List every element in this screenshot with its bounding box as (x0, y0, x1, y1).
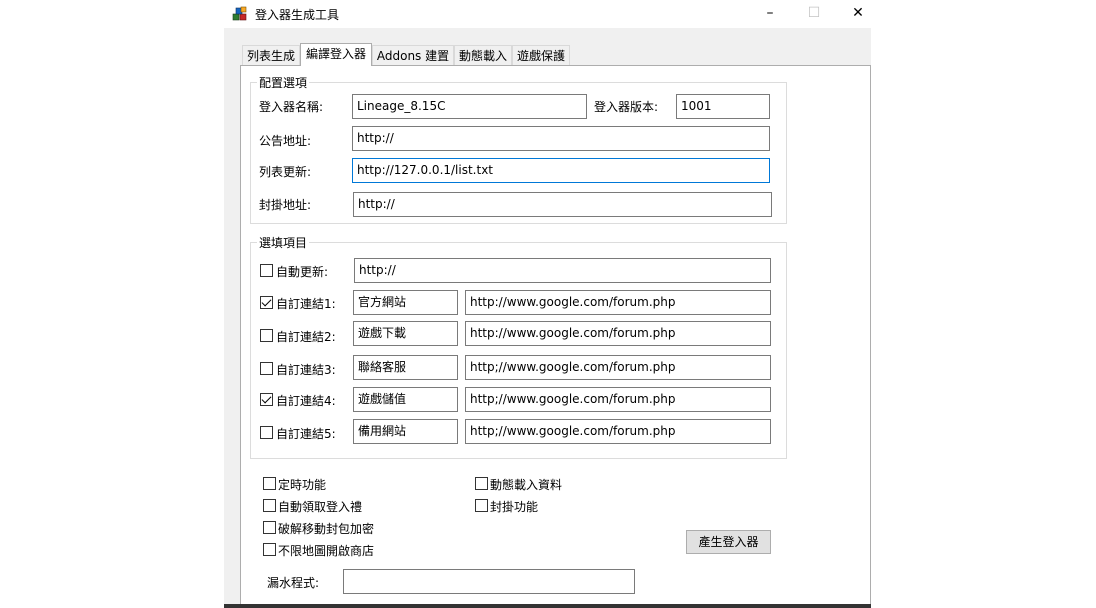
window-title: 登入器生成工具 (255, 8, 340, 22)
launcher-version-field[interactable]: 1001 (676, 94, 770, 119)
crack-packet-label: 破解移動封包加密 (278, 522, 375, 536)
custom-link-4-label: 自訂連結4: (276, 394, 336, 408)
options-group-title: 選填項目 (257, 234, 310, 251)
custom-link-3-url-field[interactable]: http;//www.google.com/forum.php (465, 355, 771, 380)
unlimited-shop-checkbox[interactable] (263, 543, 276, 556)
list-update-field[interactable]: http://127.0.0.1/list.txt (352, 158, 770, 183)
block-url-field[interactable]: http:// (353, 192, 772, 217)
app-cubes-icon (232, 6, 247, 21)
custom-link-2-checkbox[interactable] (260, 329, 273, 342)
custom-link-1-name-field[interactable]: 官方網站 (353, 290, 458, 315)
tab-compile-launcher[interactable]: 編譯登入器 (300, 43, 372, 66)
block-feature-checkbox[interactable] (475, 499, 488, 512)
custom-link-4-url-field[interactable]: http;//www.google.com/forum.php (465, 387, 771, 412)
maximize-button[interactable]: ☐ (791, 0, 837, 28)
custom-link-5-label: 自訂連結5: (276, 427, 336, 441)
custom-link-5-url-field[interactable]: http;//www.google.com/forum.php (465, 419, 771, 444)
custom-link-3-checkbox[interactable] (260, 362, 273, 375)
auto-gift-label: 自動領取登入禮 (278, 500, 363, 514)
custom-link-2-name-field[interactable]: 遊戲下載 (353, 321, 458, 346)
timer-checkbox[interactable] (263, 477, 276, 490)
custom-link-1-label: 自訂連結1: (276, 297, 336, 311)
custom-link-1-url-field[interactable]: http://www.google.com/forum.php (465, 290, 771, 315)
close-button[interactable]: ✕ (835, 0, 881, 28)
launcher-name-label: 登入器名稱: (259, 100, 324, 114)
custom-link-1-checkbox[interactable] (260, 296, 273, 309)
leak-program-field[interactable] (343, 569, 635, 594)
title-bar: 登入器生成工具 – ☐ ✕ (224, 0, 871, 28)
auto-update-checkbox[interactable] (260, 264, 273, 277)
list-update-label: 列表更新: (259, 165, 312, 179)
launcher-version-label: 登入器版本: (594, 100, 659, 114)
app-window: 登入器生成工具 – ☐ ✕ 列表生成 編譯登入器 Addons 建置 動態載入 … (224, 0, 871, 608)
compile-panel: 配置選項 登入器名稱: Lineage_8.15C 登入器版本: 1001 公告… (240, 65, 871, 608)
tab-game-protection[interactable]: 遊戲保護 (512, 45, 570, 65)
custom-link-3-label: 自訂連結3: (276, 363, 336, 377)
custom-link-2-url-field[interactable]: http://www.google.com/forum.php (465, 321, 771, 346)
generate-launcher-button[interactable]: 產生登入器 (686, 530, 771, 554)
custom-link-5-name-field[interactable]: 備用網站 (353, 419, 458, 444)
crack-packet-checkbox[interactable] (263, 521, 276, 534)
tab-addons-build[interactable]: Addons 建置 (372, 45, 454, 65)
minimize-button[interactable]: – (747, 0, 793, 28)
auto-update-field[interactable]: http:// (354, 258, 771, 283)
dynamic-load-checkbox[interactable] (475, 477, 488, 490)
custom-link-2-label: 自訂連結2: (276, 330, 336, 344)
unlimited-shop-label: 不限地圖開啟商店 (278, 544, 375, 558)
dynamic-load-label: 動態載入資料 (490, 478, 563, 492)
custom-link-5-checkbox[interactable] (260, 426, 273, 439)
tab-dynamic-load[interactable]: 動態載入 (454, 45, 512, 65)
notice-url-label: 公告地址: (259, 134, 312, 148)
custom-link-3-name-field[interactable]: 聯絡客服 (353, 355, 458, 380)
block-feature-label: 封掛功能 (490, 500, 539, 514)
launcher-name-field[interactable]: Lineage_8.15C (352, 94, 587, 119)
timer-label: 定時功能 (278, 478, 327, 492)
leak-program-label: 漏水程式: (267, 576, 320, 590)
custom-link-4-name-field[interactable]: 遊戲儲值 (353, 387, 458, 412)
notice-url-field[interactable]: http:// (352, 126, 770, 151)
custom-link-4-checkbox[interactable] (260, 393, 273, 406)
config-group-title: 配置選項 (257, 74, 310, 91)
tab-list-generate[interactable]: 列表生成 (242, 45, 300, 65)
window-bottom-edge (224, 604, 871, 608)
auto-gift-checkbox[interactable] (263, 499, 276, 512)
block-url-label: 封掛地址: (259, 198, 312, 212)
auto-update-label: 自動更新: (276, 265, 329, 279)
